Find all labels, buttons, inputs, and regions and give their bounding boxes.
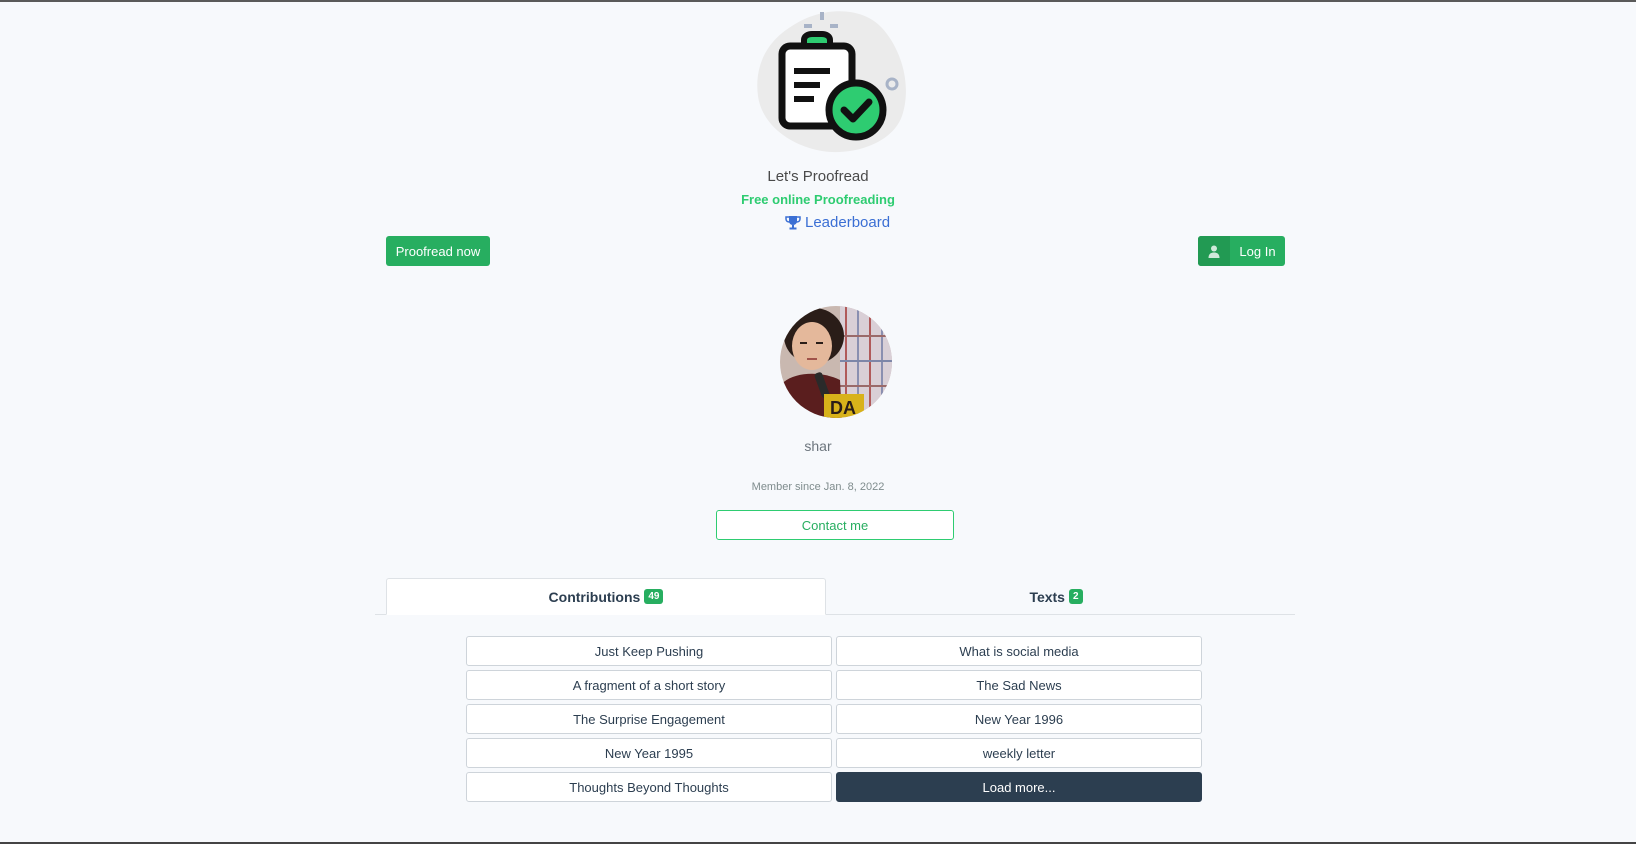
brand-tagline: Free online Proofreading xyxy=(741,192,895,207)
login-button[interactable]: Log In xyxy=(1198,236,1285,266)
contributions-count-badge: 49 xyxy=(644,589,664,604)
list-item[interactable]: What is social media xyxy=(836,636,1202,666)
load-more-button[interactable]: Load more... xyxy=(836,772,1202,802)
contact-me-button[interactable]: Contact me xyxy=(716,510,954,540)
user-icon xyxy=(1198,236,1230,266)
tab-contributions[interactable]: Contributions 49 xyxy=(386,578,826,615)
proofread-now-button[interactable]: Proofread now xyxy=(386,236,490,266)
login-label: Log In xyxy=(1239,243,1276,259)
page: Let's Proofread Free online Proofreading… xyxy=(0,2,1636,844)
list-item[interactable]: weekly letter xyxy=(836,738,1202,768)
list-item[interactable]: New Year 1996 xyxy=(836,704,1202,734)
avatar: DA xyxy=(780,306,892,418)
svg-text:DA: DA xyxy=(830,398,856,418)
tab-texts-label: Texts xyxy=(1029,588,1065,605)
texts-count-badge: 2 xyxy=(1068,589,1083,604)
brand-title: Let's Proofread xyxy=(767,168,869,185)
clipboard-check-logo xyxy=(752,6,922,156)
list-item[interactable]: Thoughts Beyond Thoughts xyxy=(466,772,832,802)
list-item[interactable]: Just Keep Pushing xyxy=(466,636,832,666)
username: shar xyxy=(804,438,832,454)
list-item[interactable]: The Surprise Engagement xyxy=(466,704,832,734)
list-item[interactable]: A fragment of a short story xyxy=(466,670,832,700)
contributions-list: Just Keep Pushing What is social media A… xyxy=(466,636,1202,802)
tab-texts[interactable]: Texts 2 xyxy=(826,578,1286,615)
member-since: Member since Jan. 8, 2022 xyxy=(751,481,885,493)
profile-tabs: Contributions 49 Texts 2 xyxy=(375,578,1295,615)
trophy-icon xyxy=(785,215,801,230)
tab-contributions-label: Contributions xyxy=(548,588,641,605)
list-item[interactable]: New Year 1995 xyxy=(466,738,832,768)
leaderboard-label: Leaderboard xyxy=(805,214,891,231)
list-item[interactable]: The Sad News xyxy=(836,670,1202,700)
leaderboard-link[interactable]: Leaderboard xyxy=(785,214,890,231)
